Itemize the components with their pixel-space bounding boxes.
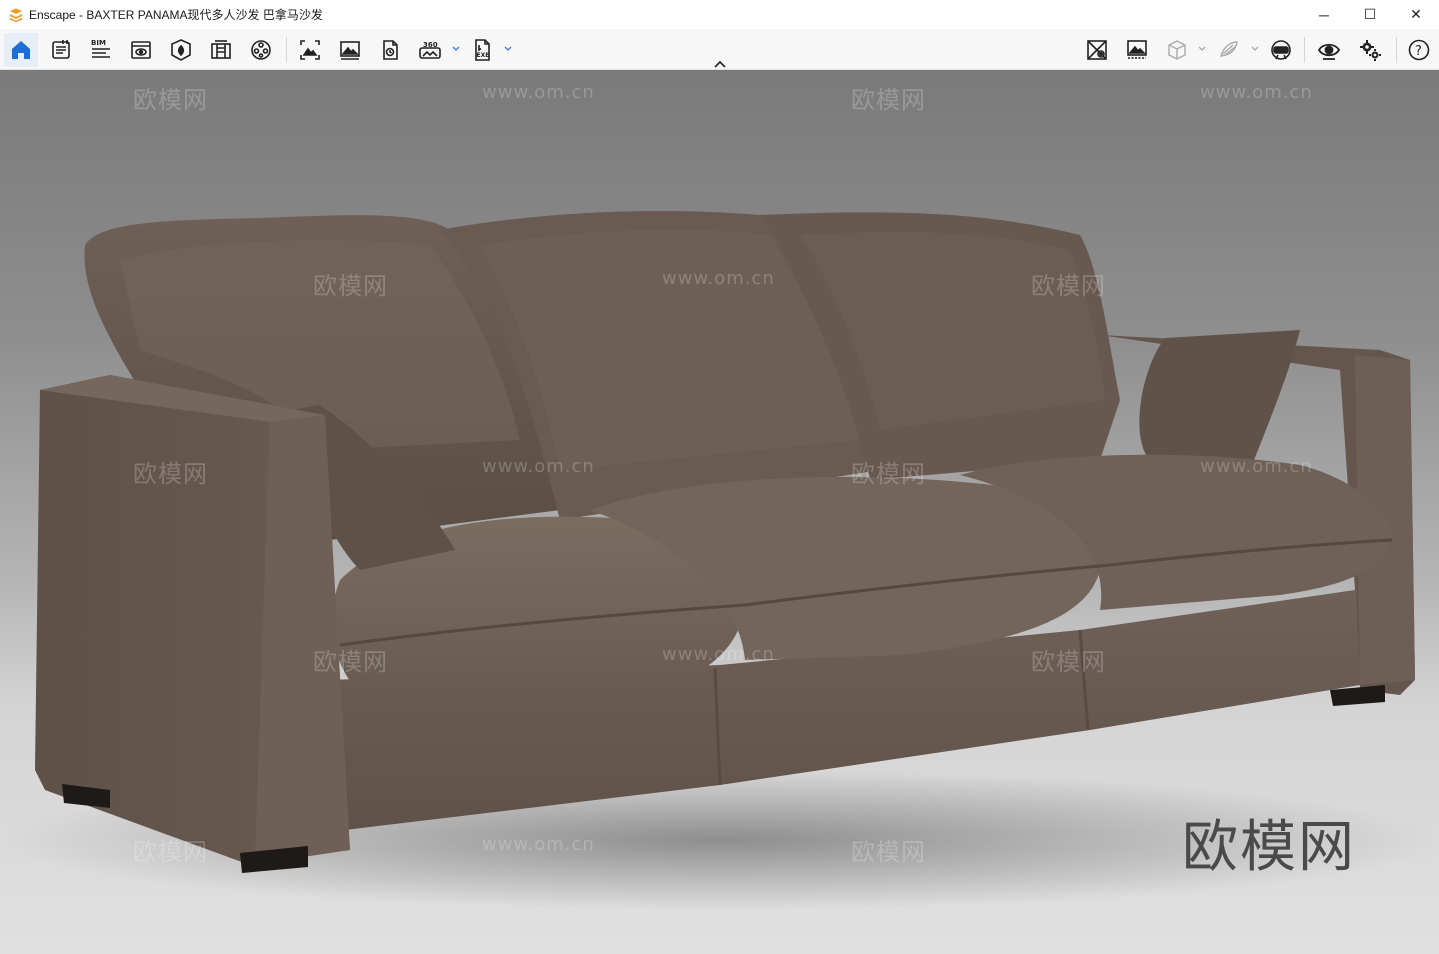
help-button[interactable]: ? — [1402, 33, 1436, 67]
watermark: 欧模网 — [851, 838, 926, 866]
minimize-icon: ─ — [1319, 6, 1329, 23]
watermark-url: www.om.cn — [482, 834, 595, 855]
watermark-url: www.om.cn — [482, 82, 595, 103]
toolbar-separator — [286, 37, 287, 63]
watermark: 欧模网 — [313, 272, 388, 300]
sketch-button[interactable] — [1212, 33, 1246, 67]
exe-export-button[interactable]: EXE — [465, 33, 499, 67]
notes-icon — [52, 40, 70, 59]
asset-library-icon — [171, 39, 191, 61]
window-controls: ─ ☐ ✕ — [1301, 0, 1439, 29]
brand-watermark: 欧模网 — [1182, 815, 1356, 880]
cube-view-button[interactable] — [1160, 33, 1194, 67]
sketch-dropdown[interactable] — [1250, 42, 1260, 56]
view-button[interactable] — [124, 33, 158, 67]
screenshot-icon — [300, 40, 320, 60]
visual-settings-button[interactable] — [1120, 33, 1154, 67]
maximize-button[interactable]: ☐ — [1347, 0, 1393, 29]
home-button[interactable] — [4, 33, 38, 67]
watermark-url: www.om.cn — [662, 644, 775, 665]
panorama-dropdown[interactable] — [451, 42, 461, 56]
material-editor-button[interactable] — [204, 33, 238, 67]
watermark: 欧模网 — [851, 86, 926, 114]
chevron-down-icon — [504, 46, 512, 51]
watermark: 欧模网 — [133, 86, 208, 114]
help-icon: ? — [1408, 39, 1430, 61]
watermark: 欧模网 — [133, 838, 208, 866]
title-bar: Enscape - BAXTER PANAMA现代多人沙发 巴拿马沙发 ─ ☐ … — [0, 0, 1439, 29]
enscape-logo-icon — [10, 8, 22, 22]
watermark: 欧模网 — [313, 648, 388, 676]
watermark: 欧模网 — [851, 460, 926, 488]
toolbar-separator — [1304, 37, 1305, 63]
screenshot-button[interactable] — [293, 33, 327, 67]
window-title: Enscape - BAXTER PANAMA现代多人沙发 巴拿马沙发 — [29, 8, 323, 22]
video-editor-button[interactable] — [244, 33, 278, 67]
svg-text:EXE: EXE — [477, 52, 490, 59]
sketch-icon — [1220, 41, 1238, 57]
close-icon: ✕ — [1410, 6, 1422, 22]
watermark: 欧模网 — [133, 460, 208, 488]
watermark-url: www.om.cn — [1200, 82, 1313, 103]
view-icon — [131, 41, 151, 59]
panorama-button[interactable]: 360 — [413, 33, 447, 67]
cube-view-dropdown[interactable] — [1197, 42, 1207, 56]
cube-view-icon — [1168, 40, 1186, 60]
watermark: 欧模网 — [1031, 272, 1106, 300]
watermark-url: www.om.cn — [482, 456, 595, 477]
visual-settings-icon — [1127, 40, 1147, 59]
chevron-down-icon — [1198, 46, 1206, 51]
material-editor-icon — [211, 40, 231, 59]
watermark: 欧模网 — [1031, 648, 1106, 676]
close-button[interactable]: ✕ — [1393, 0, 1439, 29]
atmosphere-icon — [1087, 40, 1107, 60]
exe-export-icon: EXE — [475, 39, 490, 61]
eye-icon — [1317, 43, 1341, 60]
batch-render-icon — [383, 40, 398, 60]
bim-button[interactable]: BIM — [84, 33, 118, 67]
panorama-360-icon: 360 — [419, 41, 441, 59]
render-image-button[interactable] — [333, 33, 367, 67]
exe-export-dropdown[interactable] — [503, 42, 513, 56]
watermark-url: www.om.cn — [1200, 456, 1313, 477]
chevron-down-icon — [1251, 46, 1259, 51]
watermark-url: www.om.cn — [662, 268, 775, 289]
collapse-toolbar-icon[interactable] — [711, 59, 729, 71]
render-image-icon — [340, 41, 360, 60]
batch-render-button[interactable] — [373, 33, 407, 67]
vr-headset-icon — [1271, 40, 1291, 60]
svg-text:?: ? — [1415, 44, 1422, 59]
chevron-down-icon — [452, 46, 460, 51]
video-editor-icon — [251, 40, 271, 60]
home-icon — [12, 41, 30, 59]
settings-button[interactable] — [1353, 33, 1387, 67]
maximize-icon: ☐ — [1363, 6, 1377, 22]
toolbar-separator — [1396, 37, 1397, 63]
vr-headset-button[interactable] — [1264, 33, 1298, 67]
atmosphere-button[interactable] — [1080, 33, 1114, 67]
notes-button[interactable] — [44, 33, 78, 67]
svg-text:BIM: BIM — [91, 39, 106, 47]
eye-button[interactable] — [1312, 33, 1346, 67]
bim-icon: BIM — [91, 39, 110, 58]
render-viewport[interactable]: 欧模网 www.om.cn 欧模网 www.om.cn 欧模网 www.om.c… — [0, 70, 1439, 954]
asset-library-button[interactable] — [164, 33, 198, 67]
gears-icon — [1360, 40, 1381, 61]
minimize-button[interactable]: ─ — [1301, 0, 1347, 29]
